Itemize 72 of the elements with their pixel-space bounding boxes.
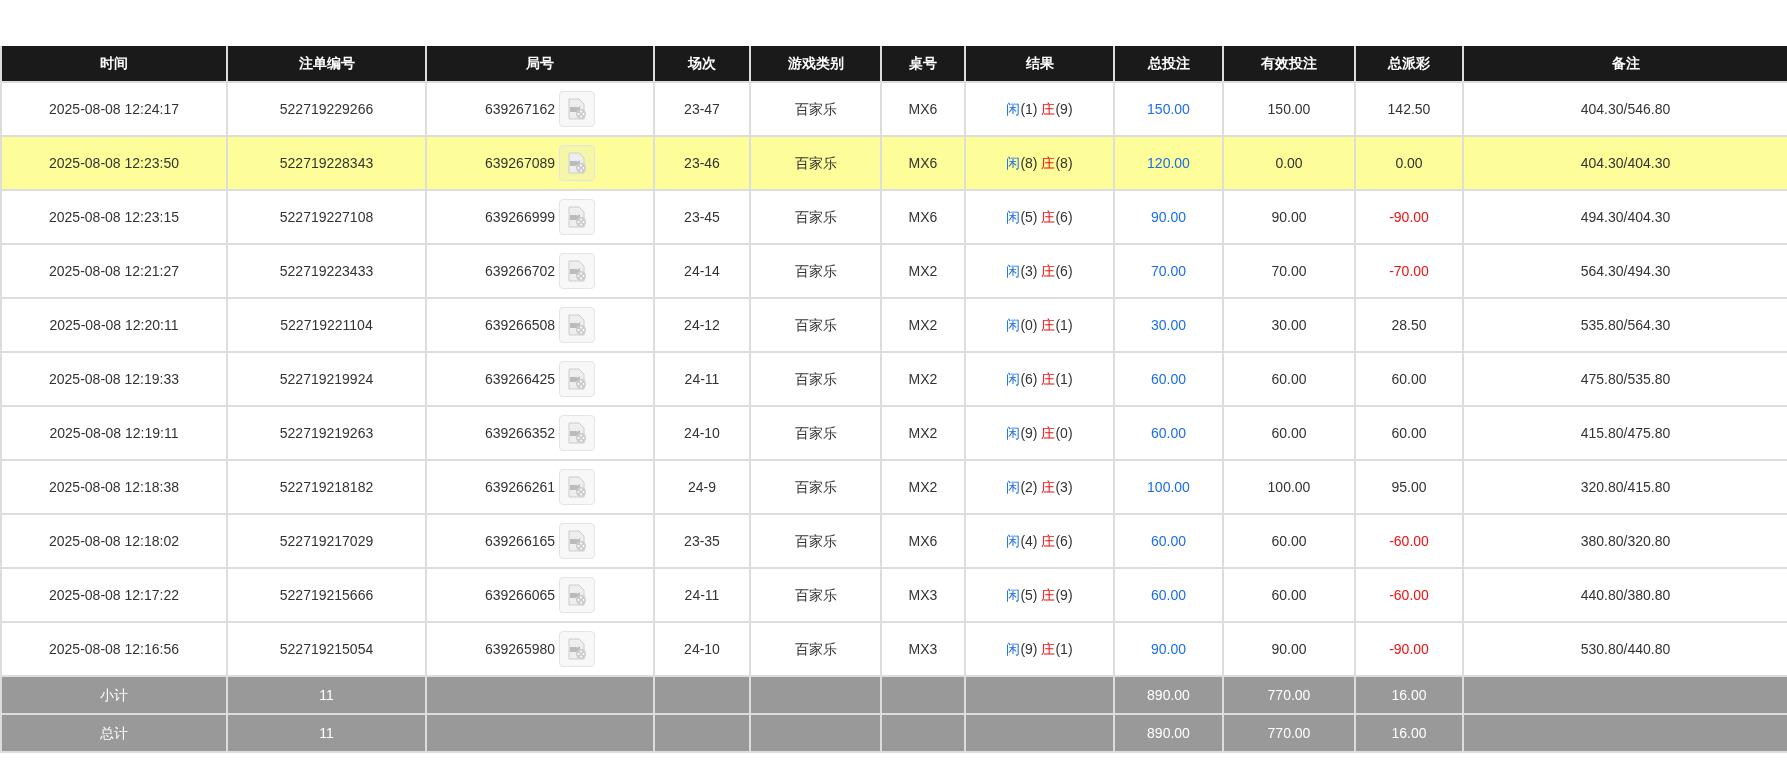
column-header: 有效投注 [1223,46,1355,82]
video-file-icon [566,476,589,498]
table-cell-text: 639266352 [484,423,556,443]
video-file-icon [566,206,589,228]
table-cell-text: 639266065 [484,585,556,605]
table-row[interactable]: 2025-08-08 12:24:17 522719229266 639267162 23-47 百家乐 MX6 闲(1) 庄(9) 150.00 150.00 142.50 404.30/546.80 [1,82,1787,136]
table-cell: 890.00 [1114,714,1223,752]
table-cell-text: 639266425 [484,369,556,389]
video-button[interactable] [559,199,596,235]
video-button[interactable] [559,361,596,397]
column-header: 总投注 [1114,46,1223,82]
table-row[interactable]: 2025-08-08 12:23:50 522719228343 639267089 23-46 百家乐 MX6 闲(8) 庄(8) 120.00 0.00 0.00 404.30/404.30 [1,136,1787,190]
table-cell: 2025-08-08 12:24:17 [1,82,227,136]
video-file-icon [566,368,589,390]
table-cell-text: 639266165 [484,531,556,551]
column-header: 局号 [426,46,654,82]
video-button[interactable] [559,631,596,667]
result-text: 闲(1) 庄(9) [1006,100,1073,117]
result-text: 闲(3) 庄(6) [1006,262,1073,279]
column-header: 桌号 [881,46,965,82]
result-text: 闲(9) 庄(0) [1006,424,1073,441]
video-file-icon [566,314,589,336]
table-row[interactable]: 2025-08-08 12:19:33 522719219924 639266425 24-11 百家乐 MX2 闲(6) 庄(1) 60.00 60.00 60.00 475.80/535.80 [1,352,1787,406]
video-button[interactable] [559,307,596,343]
table-cell: 16.00 [1355,714,1463,752]
table-cell: 770.00 [1223,714,1355,752]
table-row[interactable]: 2025-08-08 12:23:15 522719227108 639266999 23-45 百家乐 MX6 闲(5) 庄(6) 90.00 90.00 -90.00 494.30/404.30 [1,190,1787,244]
table-row[interactable]: 2025-08-08 12:21:27 522719223433 639266702 24-14 百家乐 MX2 闲(3) 庄(6) 70.00 70.00 -70.00 564.30/494.30 [1,244,1787,298]
total-label: 总计 [1,714,227,752]
video-file-icon [566,152,589,174]
table-cell: 11 [227,714,426,752]
table-row[interactable]: 2025-08-08 12:18:02 522719217029 639266165 23-35 百家乐 MX6 闲(4) 庄(6) 60.00 60.00 -60.00 380.80/320.80 [1,514,1787,568]
table-row[interactable]: 2025-08-08 12:16:56 522719215054 639265980 24-10 百家乐 MX3 闲(9) 庄(1) 90.00 90.00 -90.00 530.80/440.80 [1,622,1787,676]
table-cell-text: 639266999 [484,207,556,227]
video-file-icon [566,638,589,660]
table-row[interactable]: 2025-08-08 12:17:22 522719215666 639266065 24-11 百家乐 MX3 闲(5) 庄(9) 60.00 60.00 -60.00 440.80/380.80 [1,568,1787,622]
result-text: 闲(8) 庄(8) [1006,154,1073,171]
video-button[interactable] [559,91,596,127]
column-header: 注单编号 [227,46,426,82]
column-header: 场次 [654,46,750,82]
video-file-icon [566,260,589,282]
video-button[interactable] [559,145,596,181]
result-text: 闲(5) 庄(6) [1006,208,1073,225]
video-button[interactable] [559,577,596,613]
video-file-icon [566,422,589,444]
column-header: 备注 [1463,46,1787,82]
video-file-icon [566,530,589,552]
table-cell-text: 639266261 [484,477,556,497]
result-text: 闲(4) 庄(6) [1006,532,1073,549]
table-cell-text: 639266702 [484,261,556,281]
result-text: 闲(9) 庄(1) [1006,640,1073,657]
table-cell-text: 639267089 [484,153,556,173]
video-button[interactable] [559,253,596,289]
column-header: 总派彩 [1355,46,1463,82]
result-text: 闲(6) 庄(1) [1006,370,1073,387]
column-header: 时间 [1,46,227,82]
table-cell-text: 639265980 [484,639,556,659]
table-row[interactable]: 2025-08-08 12:18:38 522719218182 639266261 24-9 百家乐 MX2 闲(2) 庄(3) 100.00 100.00 95.00 320.80/415.80 [1,460,1787,514]
table-cell-text: 639267162 [484,99,556,119]
result-text: 闲(0) 庄(1) [1006,316,1073,333]
table-cell-text: 639266508 [484,315,556,335]
result-text: 闲(2) 庄(3) [1006,478,1073,495]
table-row[interactable]: 2025-08-08 12:20:11 522719221104 639266508 24-12 百家乐 MX2 闲(0) 庄(1) 30.00 30.00 28.50 535.80/564.30 [1,298,1787,352]
video-button[interactable] [559,523,596,559]
video-file-icon [566,584,589,606]
video-file-icon [566,98,589,120]
video-button[interactable] [559,415,596,451]
table-row[interactable]: 2025-08-08 12:19:11 522719219263 639266352 24-10 百家乐 MX2 闲(9) 庄(0) 60.00 60.00 60.00 415.80/475.80 [1,406,1787,460]
column-header: 结果 [965,46,1114,82]
result-text: 闲(5) 庄(9) [1006,586,1073,603]
video-button[interactable] [559,469,596,505]
column-header: 游戏类别 [750,46,881,82]
